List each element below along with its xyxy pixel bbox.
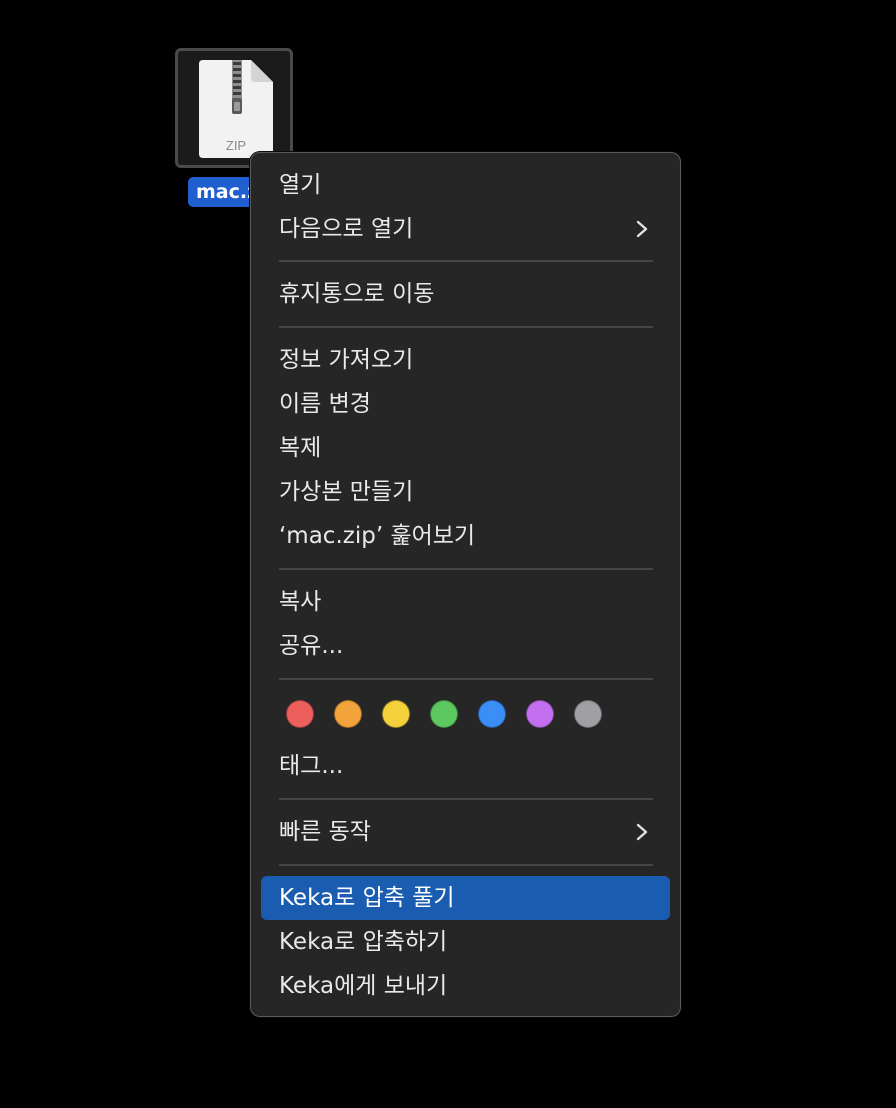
menu-item-keka-compress[interactable]: Keka로 압축하기 xyxy=(261,920,670,964)
menu-item-share[interactable]: 공유... xyxy=(261,624,670,668)
menu-item-make-alias[interactable]: 가상본 만들기 xyxy=(261,470,670,514)
menu-item-label: 빠른 동작 xyxy=(279,819,371,845)
menu-item-move-to-trash[interactable]: 휴지통으로 이동 xyxy=(261,272,670,316)
tag-yellow-dot[interactable] xyxy=(382,700,410,728)
menu-item-duplicate[interactable]: 복제 xyxy=(261,426,670,470)
tag-green-dot[interactable] xyxy=(430,700,458,728)
tag-gray-dot[interactable] xyxy=(574,700,602,728)
tag-purple-dot[interactable] xyxy=(526,700,554,728)
desktop: ZIP mac.z 열기 다음으로 열기 휴지통으로 이동 정보 가져오기 이름… xyxy=(0,0,896,1108)
menu-item-keka-send[interactable]: Keka에게 보내기 xyxy=(261,964,670,1008)
menu-item-rename[interactable]: 이름 변경 xyxy=(261,382,670,426)
menu-item-tags[interactable]: 태그... xyxy=(261,744,670,788)
menu-item-get-info[interactable]: 정보 가져오기 xyxy=(261,338,670,382)
tag-orange-dot[interactable] xyxy=(334,700,362,728)
menu-item-quick-actions[interactable]: 빠른 동작 xyxy=(261,810,670,854)
menu-separator xyxy=(279,798,653,800)
menu-item-copy[interactable]: 복사 xyxy=(261,580,670,624)
zip-archive-icon: ZIP xyxy=(199,60,273,158)
tag-red-dot[interactable] xyxy=(286,700,314,728)
chevron-right-icon xyxy=(636,220,648,238)
menu-separator xyxy=(279,864,653,866)
context-menu: 열기 다음으로 열기 휴지통으로 이동 정보 가져오기 이름 변경 복제 가상본… xyxy=(250,152,681,1017)
menu-separator xyxy=(279,326,653,328)
menu-item-keka-extract[interactable]: Keka로 압축 풀기 xyxy=(261,876,670,920)
menu-separator xyxy=(279,678,653,680)
tag-blue-dot[interactable] xyxy=(478,700,506,728)
menu-separator xyxy=(279,568,653,570)
menu-item-label: 다음으로 열기 xyxy=(279,216,414,242)
menu-item-quick-look[interactable]: ‘mac.zip’ 훑어보기 xyxy=(261,514,670,558)
zip-icon-label: ZIP xyxy=(226,138,246,153)
menu-item-open-with[interactable]: 다음으로 열기 xyxy=(261,207,670,251)
zip-file-icon[interactable]: ZIP xyxy=(175,48,293,168)
menu-separator xyxy=(279,260,653,262)
menu-item-open[interactable]: 열기 xyxy=(261,163,670,207)
chevron-right-icon xyxy=(636,823,648,841)
